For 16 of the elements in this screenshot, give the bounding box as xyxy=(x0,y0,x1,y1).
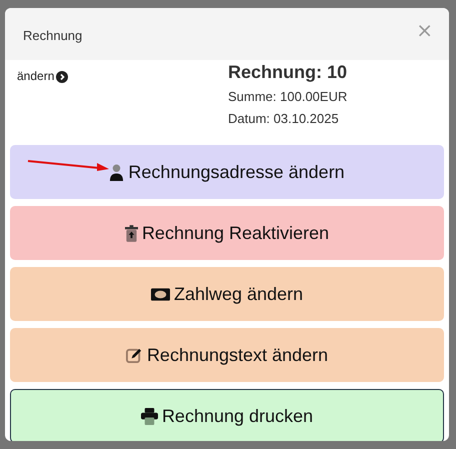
printer-icon xyxy=(140,408,158,424)
invoice-heading: Rechnung: 10 xyxy=(228,62,348,83)
banknote-icon xyxy=(150,288,170,300)
change-link[interactable]: ändern xyxy=(17,69,54,83)
trash-icon xyxy=(124,224,138,242)
person-icon xyxy=(109,164,124,180)
action-button[interactable]: Rechnungsadresse ändern xyxy=(10,145,444,199)
edit-icon xyxy=(126,346,143,364)
invoice-date: Datum: 03.10.2025 xyxy=(228,111,340,126)
invoice-sum: Summe: 100.00EUR xyxy=(228,89,348,104)
action-button[interactable]: Rechnung Reaktivieren xyxy=(10,206,444,260)
action-button[interactable]: Rechnung drucken xyxy=(10,389,444,441)
action-button[interactable]: Zahlweg ändern xyxy=(10,267,444,321)
dialog-title: Rechnung xyxy=(23,28,82,42)
chevron-circle-icon xyxy=(56,71,68,83)
action-button[interactable]: Rechnungstext ändern xyxy=(10,328,444,382)
